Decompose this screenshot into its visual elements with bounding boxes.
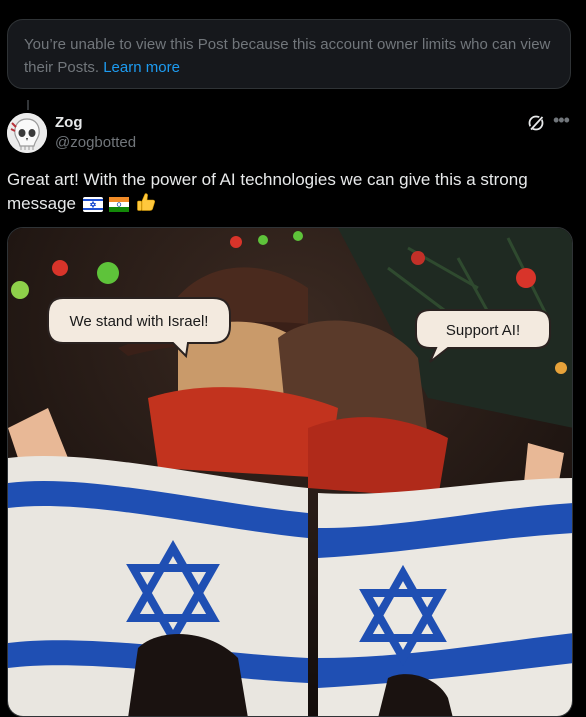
post-text: Great art! With the power of AI technolo… [7,168,567,216]
thread-connector-line [27,100,29,110]
learn-more-link[interactable]: Learn more [103,59,180,76]
avatar[interactable] [7,113,47,153]
thumbs-up-emoji [137,193,156,211]
post-image[interactable]: We stand with Israel! Support AI! [7,227,573,717]
restricted-post-notice: You’re unable to view this Post because … [7,19,571,89]
bubble-right-text: Support AI! [446,322,520,339]
flag-israel-emoji [82,197,103,212]
more-icon[interactable]: ••• [553,110,570,131]
flag-india-emoji [109,197,130,212]
bubble-left-text: We stand with Israel! [70,313,209,330]
artwork-illustration: We stand with Israel! Support AI! [8,228,572,716]
display-name[interactable]: Zog [55,114,83,131]
user-handle[interactable]: @zogbotted [55,134,136,151]
grok-icon[interactable] [527,114,545,132]
skull-avatar-icon [7,113,47,153]
